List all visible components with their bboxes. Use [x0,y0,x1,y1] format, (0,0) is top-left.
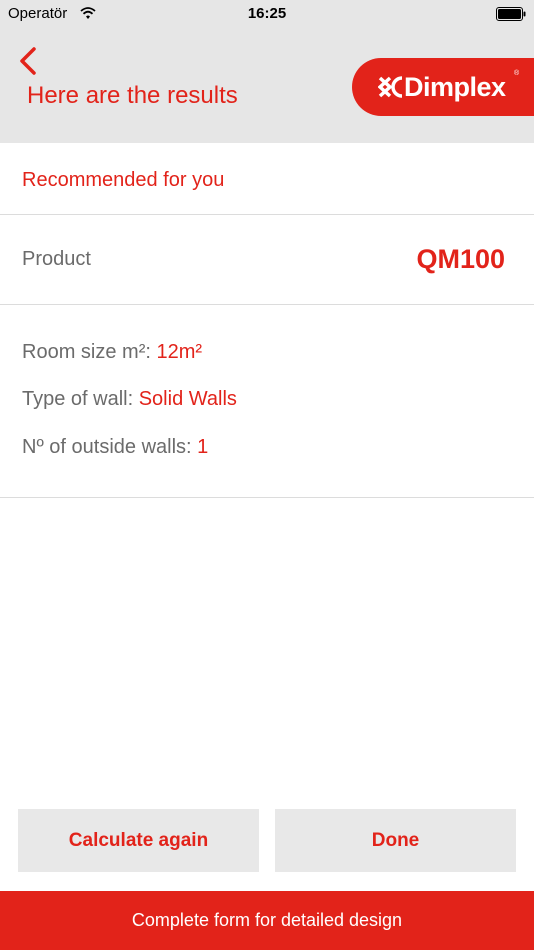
logo-text: Dimplex [404,72,506,102]
back-chevron-icon[interactable] [16,46,44,76]
room-size-line: Room size m²: 12m² [22,341,202,364]
product-row: Product QM100 [0,215,534,305]
outside-walls-value: 1 [197,436,209,458]
product-value: QM100 [416,244,505,274]
complete-form-button[interactable]: Complete form for detailed design [0,891,534,950]
dimplex-logo: Dimplex ® [352,58,534,116]
header: Here are the results Dimplex ® [0,28,534,143]
recommended-label: Recommended for you [22,169,225,191]
status-time: 16:25 [247,5,287,22]
battery-icon [496,7,526,21]
done-button[interactable]: Done [275,809,516,872]
product-label: Product [22,248,91,270]
calculate-again-button[interactable]: Calculate again [18,809,259,872]
wall-type-line: Type of wall: Solid Walls [22,388,237,411]
logo-registered-mark: ® [514,70,520,77]
recommended-row: Recommended for you [0,143,534,215]
wall-type-label: Type of wall: [22,388,139,410]
room-size-value: 12m² [156,341,203,363]
page-title: Here are the results [27,82,238,109]
status-bar: Operatör 16:25 [0,0,534,28]
outside-walls-label: Nº of outside walls: [22,436,198,458]
wall-type-value: Solid Walls [138,388,237,410]
room-size-label: Room size m²: [22,341,157,363]
details-section: Room size m²: 12m² Type of wall: Solid W… [0,305,534,498]
outside-walls-line: Nº of outside walls: 1 [22,436,208,459]
